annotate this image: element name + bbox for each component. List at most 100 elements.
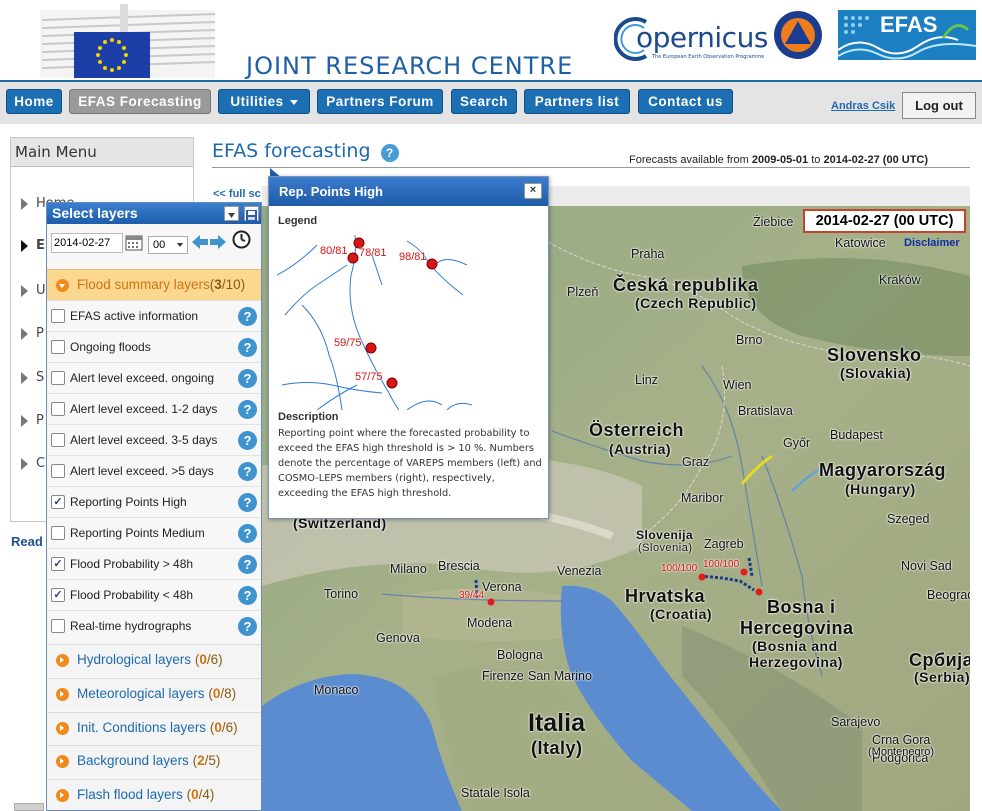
- city-label: Brno: [736, 333, 763, 347]
- full-screen-link[interactable]: << full sc: [213, 188, 261, 200]
- reporting-point-marker[interactable]: [698, 573, 706, 581]
- reporting-point-label: 100/100: [661, 563, 698, 574]
- city-label: Zagreb: [704, 537, 744, 551]
- help-icon[interactable]: ?: [238, 431, 257, 450]
- layer-info-popup: Rep. Points High × Legend 80/81 78/81 98…: [268, 176, 549, 519]
- layer-group-background[interactable]: Background layers (2/5): [47, 745, 261, 776]
- help-icon[interactable]: ?: [238, 555, 257, 574]
- layer-checkbox[interactable]: [51, 433, 65, 447]
- country-label: (Slovenia): [638, 542, 693, 554]
- country-label: Magyarország: [819, 460, 947, 480]
- help-icon[interactable]: ?: [238, 400, 257, 419]
- layer-checkbox[interactable]: [51, 402, 65, 416]
- layer-row[interactable]: Reporting Points Medium?: [47, 517, 261, 548]
- layer-row[interactable]: Alert level exceed. >5 days?: [47, 455, 261, 486]
- reporting-point-label: 39/44: [459, 590, 485, 601]
- layer-row[interactable]: EFAS active information?: [47, 300, 261, 331]
- nav-utilities[interactable]: Utilities: [218, 89, 310, 114]
- country-label: (Montenegro): [868, 746, 935, 758]
- nav-contact-us[interactable]: Contact us: [638, 89, 733, 114]
- city-label: Monaco: [314, 683, 359, 697]
- main-menu-item-3[interactable]: U: [21, 283, 46, 298]
- previous-arrow-icon[interactable]: [192, 235, 208, 249]
- expand-arrow-icon: [56, 722, 69, 735]
- arrow-right-icon: [21, 197, 28, 210]
- arrow-right-icon: [21, 239, 28, 252]
- main-menu-item-5[interactable]: S: [21, 370, 44, 385]
- help-icon[interactable]: ?: [238, 493, 257, 512]
- layer-checkbox[interactable]: [51, 526, 65, 540]
- layer-row[interactable]: Ongoing floods?: [47, 331, 261, 362]
- city-label: Milano: [390, 562, 427, 576]
- civil-protection-icon: [774, 11, 822, 59]
- main-menu-item-7[interactable]: C: [21, 456, 45, 471]
- layer-checkbox[interactable]: ✓: [51, 495, 65, 509]
- reporting-point-marker[interactable]: [755, 588, 763, 596]
- hour-select[interactable]: 00: [148, 236, 188, 254]
- layer-group-flash-flood[interactable]: Flash flood layers (0/4): [47, 779, 261, 810]
- logout-button[interactable]: Log out: [902, 92, 976, 119]
- layer-group-flood-summary[interactable]: Flood summary layers(3/10): [47, 269, 261, 300]
- city-label: Genova: [376, 631, 420, 645]
- city-label: Bratislava: [738, 404, 793, 418]
- reporting-point-marker[interactable]: [740, 568, 748, 576]
- nav-partners-forum[interactable]: Partners Forum: [317, 89, 443, 114]
- layer-row[interactable]: ✓ Reporting Points High?: [47, 486, 261, 517]
- city-label: Torino: [324, 587, 359, 601]
- layer-row[interactable]: Alert level exceed. 1-2 days?: [47, 393, 261, 424]
- city-label: Graz: [682, 455, 710, 469]
- reporting-point-marker[interactable]: [487, 598, 495, 606]
- nav-efas-forecasting[interactable]: EFAS Forecasting: [69, 89, 211, 114]
- nav-search[interactable]: Search: [451, 89, 517, 114]
- layer-row[interactable]: Alert level exceed. ongoing?: [47, 362, 261, 393]
- layer-checkbox[interactable]: [51, 619, 65, 633]
- layer-group-init-conditions[interactable]: Init. Conditions layers (0/6): [47, 712, 261, 743]
- main-menu-item-2[interactable]: E: [21, 238, 45, 253]
- user-profile-link[interactable]: Andras Csik: [831, 100, 895, 112]
- read-more-link[interactable]: Read: [11, 534, 43, 549]
- layer-checkbox[interactable]: [51, 309, 65, 323]
- city-label: Modena: [467, 616, 513, 630]
- nav-partners-list[interactable]: Partners list: [524, 89, 630, 114]
- help-icon[interactable]: ?: [238, 586, 257, 605]
- help-icon[interactable]: ?: [238, 369, 257, 388]
- help-icon[interactable]: ?: [238, 338, 257, 357]
- country-label: Herzegovina): [749, 654, 843, 670]
- nav-home[interactable]: Home: [6, 89, 62, 114]
- main-menu-item-4[interactable]: P: [21, 326, 44, 341]
- layer-checkbox[interactable]: ✓: [51, 588, 65, 602]
- calendar-icon[interactable]: [125, 233, 143, 251]
- help-icon[interactable]: ?: [238, 617, 257, 636]
- layer-row[interactable]: ✓ Flood Probability > 48h?: [47, 548, 261, 579]
- layer-row[interactable]: ✓ Flood Probability < 48h?: [47, 579, 261, 610]
- country-label: Србија: [909, 650, 970, 670]
- close-icon[interactable]: ×: [524, 183, 542, 199]
- help-icon[interactable]: ?: [238, 307, 257, 326]
- layer-checkbox[interactable]: [51, 464, 65, 478]
- legend-point-label: 98/81: [399, 251, 427, 263]
- help-icon[interactable]: ?: [238, 524, 257, 543]
- layer-checkbox[interactable]: ✓: [51, 557, 65, 571]
- country-label: Hercegovina: [740, 618, 854, 638]
- layer-group-hydrological[interactable]: Hydrological layers (0/6): [47, 644, 261, 675]
- layer-row[interactable]: Real-time hydrographs?: [47, 610, 261, 641]
- select-layers-panel: Select layers 2014-02-27 00 Flood summar…: [46, 202, 262, 811]
- layer-checkbox[interactable]: [51, 340, 65, 354]
- layer-group-meteorological[interactable]: Meteorological layers (0/8): [47, 678, 261, 709]
- layer-row[interactable]: Alert level exceed. 3-5 days?: [47, 424, 261, 455]
- main-menu-item-6[interactable]: P: [21, 413, 44, 428]
- save-icon[interactable]: [244, 206, 259, 221]
- legend-point-label: 78/81: [359, 247, 387, 259]
- layer-checkbox[interactable]: [51, 371, 65, 385]
- next-arrow-icon[interactable]: [210, 235, 226, 249]
- site-header: JOINT RESEARCH CENTRE opernicus The Euro…: [0, 0, 982, 80]
- arrow-right-icon: [21, 414, 28, 427]
- collapse-icon[interactable]: [224, 206, 239, 221]
- disclaimer-link[interactable]: Disclaimer: [904, 237, 960, 249]
- horizontal-scrollbar[interactable]: [14, 803, 44, 811]
- legend-river-map: [277, 235, 473, 410]
- help-icon[interactable]: ?: [238, 462, 257, 481]
- help-icon[interactable]: ?: [380, 144, 399, 162]
- date-input[interactable]: 2014-02-27: [51, 233, 123, 253]
- clock-icon[interactable]: [232, 230, 251, 249]
